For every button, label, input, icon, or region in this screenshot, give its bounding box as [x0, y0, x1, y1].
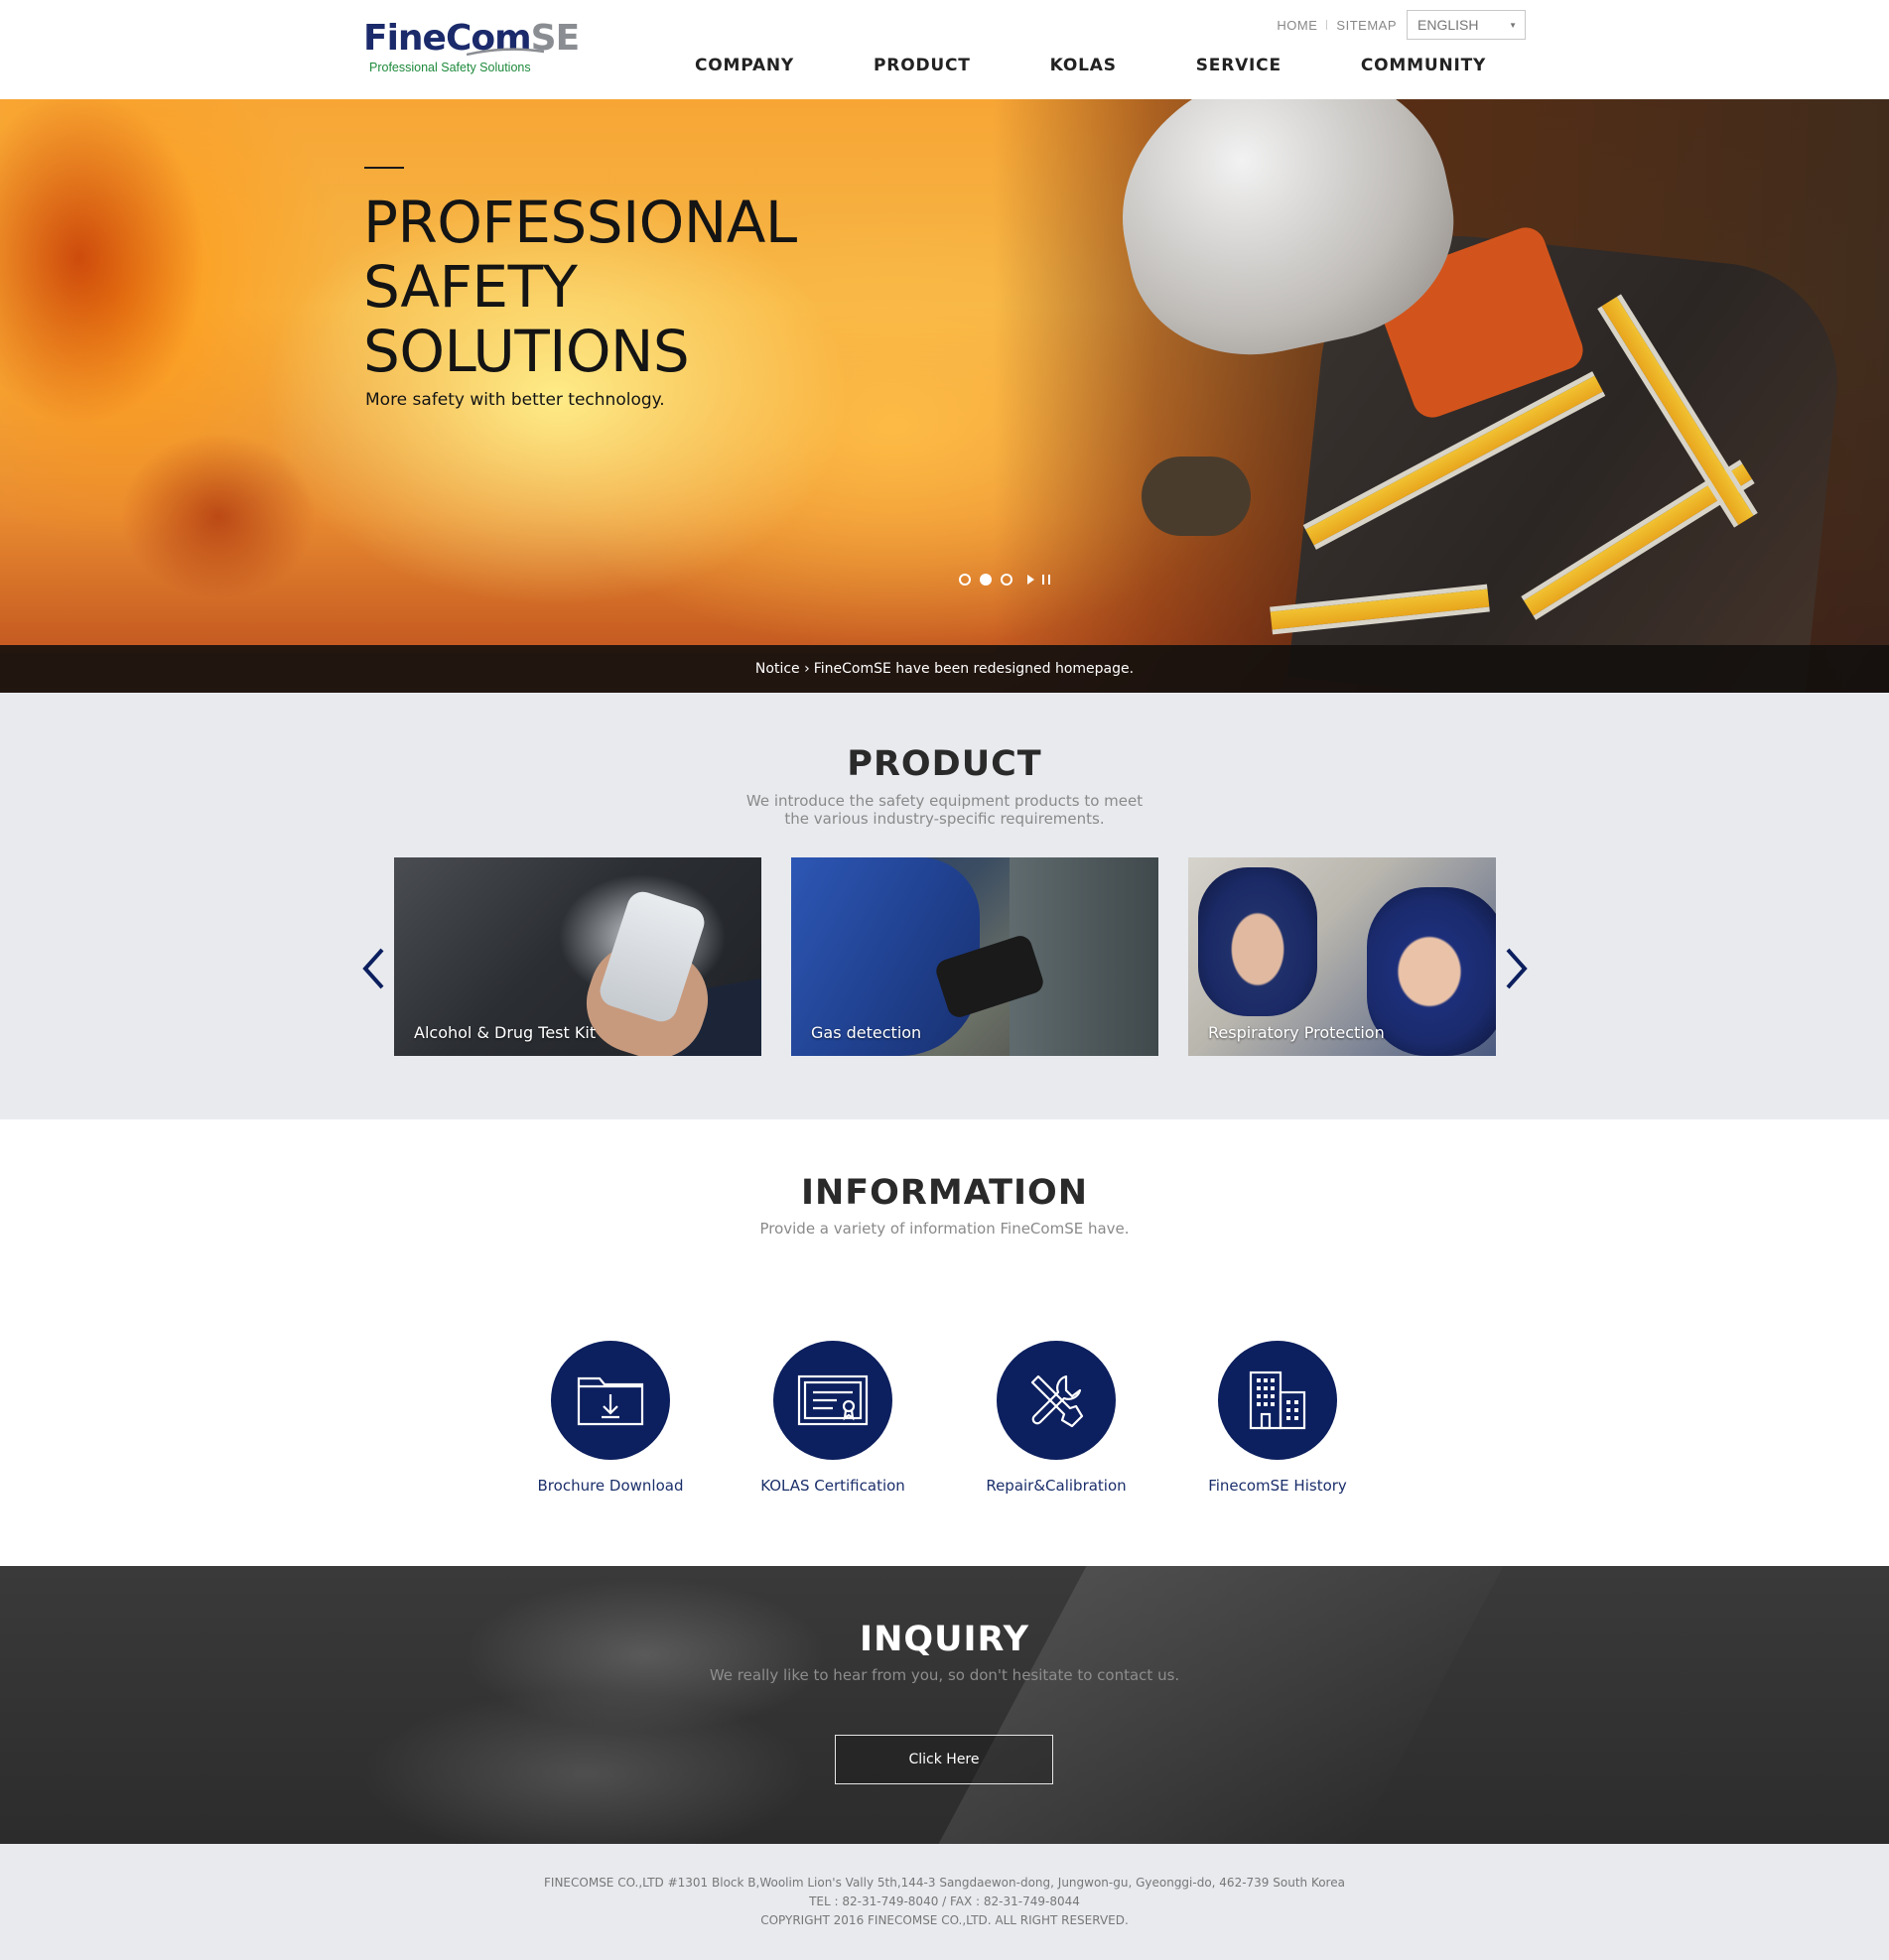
utility-nav: HOME SITEMAP ENGLISH ▼: [1277, 10, 1526, 40]
product-card-label: Respiratory Protection: [1208, 1023, 1385, 1042]
info-icon-circle: [551, 1341, 670, 1460]
nav-item-service[interactable]: SERVICE: [1196, 56, 1282, 75]
product-card-gas[interactable]: Gas detection: [791, 857, 1158, 1056]
building-icon: [1249, 1371, 1306, 1430]
information-section: INFORMATION Provide a variety of informa…: [0, 1119, 1889, 1566]
info-item-label: Brochure Download: [537, 1477, 684, 1495]
product-desc-line: We introduce the safety equipment produc…: [745, 792, 1144, 810]
util-sitemap-link[interactable]: SITEMAP: [1336, 18, 1397, 33]
site-footer: FINECOMSE CO.,LTD #1301 Block B,Woolim L…: [0, 1844, 1889, 1960]
util-home-link[interactable]: HOME: [1277, 18, 1317, 33]
product-card-alcohol[interactable]: Alcohol & Drug Test Kit: [394, 857, 761, 1056]
slider-pager: [959, 574, 1050, 586]
information-section-title: INFORMATION: [800, 1173, 1089, 1213]
language-select[interactable]: ENGLISH ▼: [1407, 10, 1526, 40]
util-divider: [1326, 20, 1328, 30]
footer-address: FINECOMSE CO.,LTD #1301 Block B,Woolim L…: [544, 1876, 1345, 1890]
wrench-screwdriver-icon: [1030, 1374, 1084, 1428]
info-item-label: KOLAS Certification: [760, 1477, 905, 1495]
hero-title-accent: [364, 167, 404, 169]
language-select-value: ENGLISH: [1417, 17, 1479, 33]
caret-down-icon: ▼: [1509, 20, 1517, 30]
info-finecomse-history[interactable]: FinecomSE History: [1178, 1341, 1377, 1495]
info-item-label: Repair&Calibration: [986, 1477, 1127, 1495]
hero-title-line: SAFETY: [363, 253, 578, 321]
info-icon-circle: [773, 1341, 892, 1460]
info-icon-circle: [1218, 1341, 1337, 1460]
product-card-label: Alcohol & Drug Test Kit: [414, 1023, 597, 1042]
product-section-title: PRODUCT: [847, 744, 1042, 784]
product-card-label: Gas detection: [811, 1023, 922, 1042]
inquiry-section-desc: We really like to hear from you, so don'…: [709, 1666, 1180, 1684]
pause-icon[interactable]: [1042, 575, 1050, 585]
nav-item-community[interactable]: COMMUNITY: [1361, 56, 1486, 75]
hero-title: PROFESSIONAL SAFETY SOLUTIONS: [363, 191, 919, 384]
inquiry-laptop-image: [933, 1566, 1509, 1844]
info-item-label: FinecomSE History: [1208, 1477, 1347, 1495]
information-section-desc: Provide a variety of information FineCom…: [759, 1220, 1130, 1238]
product-card-respiratory[interactable]: Respiratory Protection: [1188, 857, 1496, 1056]
hero-title-line: PROFESSIONAL: [363, 189, 797, 256]
footer-copyright: COPYRIGHT 2016 FINECOMSE CO.,LTD. ALL RI…: [760, 1913, 1129, 1927]
inquiry-section-title: INQUIRY: [860, 1620, 1029, 1659]
logo-swoosh-icon: [467, 48, 544, 56]
slide-dot-1[interactable]: [959, 574, 971, 586]
hero-fire-image: [0, 99, 357, 655]
slide-dot-3[interactable]: [1001, 574, 1012, 586]
product-image-mask: [1198, 867, 1317, 1016]
inquiry-section: INQUIRY We really like to hear from you,…: [0, 1566, 1889, 1844]
certificate-icon: [797, 1374, 869, 1426]
footer-info: FINECOMSE CO.,LTD #1301 Block B,Woolim L…: [0, 1844, 1889, 1930]
folder-download-icon: [577, 1376, 644, 1426]
nav-item-company[interactable]: COMPANY: [695, 56, 794, 75]
notice-label: Notice ›: [754, 661, 810, 677]
firefighter-glove-image: [1142, 457, 1251, 536]
info-icon-circle: [997, 1341, 1116, 1460]
carousel-next-button[interactable]: [1497, 939, 1537, 998]
nav-item-kolas[interactable]: KOLAS: [1050, 56, 1117, 75]
main-nav: COMPANY PRODUCT KOLAS SERVICE COMMUNITY: [695, 56, 1486, 75]
inquiry-click-here-button[interactable]: Click Here: [835, 1735, 1053, 1784]
site-header: FineComSE Professional Safety Solutions …: [0, 0, 1889, 99]
info-brochure-download[interactable]: Brochure Download: [511, 1341, 710, 1495]
product-section: PRODUCT We introduce the safety equipmen…: [0, 693, 1889, 1119]
notice-text[interactable]: FineComSE have been redesigned homepage.: [814, 661, 1134, 677]
inquiry-background-image: [268, 1566, 983, 1844]
hero-slider: PROFESSIONAL SAFETY SOLUTIONS More safet…: [0, 99, 1889, 693]
product-section-desc: We introduce the safety equipment produc…: [0, 792, 1889, 828]
product-image-mask: [1367, 887, 1496, 1056]
carousel-prev-button[interactable]: [353, 939, 393, 998]
product-desc-line: the various industry-specific requiremen…: [784, 810, 1105, 828]
info-repair-calibration[interactable]: Repair&Calibration: [957, 1341, 1155, 1495]
site-logo[interactable]: FineComSE Professional Safety Solutions: [363, 18, 580, 81]
nav-item-product[interactable]: PRODUCT: [874, 56, 971, 75]
notice-bar[interactable]: Notice › FineComSE have been redesigned …: [0, 645, 1889, 693]
slide-dot-2-active[interactable]: [980, 574, 992, 586]
chevron-left-icon: [362, 948, 384, 989]
hero-title-line: SOLUTIONS: [363, 318, 690, 385]
chevron-right-icon: [1506, 948, 1528, 989]
logo-tagline: Professional Safety Solutions: [369, 61, 531, 74]
info-kolas-certification[interactable]: KOLAS Certification: [734, 1341, 932, 1495]
footer-contact: TEL : 82-31-749-8040 / FAX : 82-31-749-8…: [809, 1895, 1080, 1908]
hero-tagline: More safety with better technology.: [365, 390, 665, 410]
play-icon[interactable]: [1027, 575, 1034, 585]
